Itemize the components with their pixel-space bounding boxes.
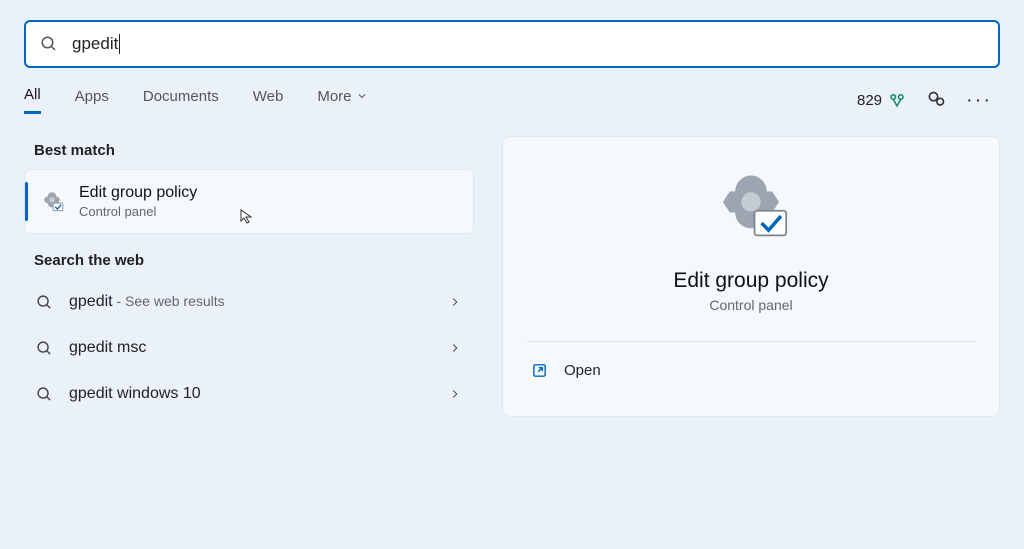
cursor-icon bbox=[239, 208, 255, 224]
preview-panel: Edit group policy Control panel Open bbox=[502, 136, 1000, 417]
filter-apps[interactable]: Apps bbox=[75, 88, 109, 113]
best-match-title: Edit group policy bbox=[79, 184, 197, 202]
best-match-result[interactable]: Edit group policy Control panel bbox=[24, 169, 474, 234]
search-icon bbox=[36, 340, 53, 357]
web-result-0[interactable]: gpedit - See web results bbox=[24, 279, 474, 325]
search-icon bbox=[36, 386, 53, 403]
text-caret bbox=[119, 34, 120, 54]
web-result-label: gpedit - See web results bbox=[69, 293, 432, 311]
open-action[interactable]: Open bbox=[527, 350, 975, 391]
divider bbox=[527, 341, 975, 342]
web-result-1[interactable]: gpedit msc bbox=[24, 325, 474, 371]
filter-bar: All Apps Documents Web More 829 ··· bbox=[24, 86, 1000, 114]
search-icon bbox=[36, 294, 53, 311]
rewards-count: 829 bbox=[857, 92, 882, 109]
chevron-right-icon bbox=[448, 387, 462, 401]
results-column: Best match Edit group policy Control pan… bbox=[24, 136, 474, 417]
more-options-button[interactable]: ··· bbox=[966, 90, 992, 110]
group-policy-icon bbox=[39, 189, 65, 215]
preview-subtitle: Control panel bbox=[527, 297, 975, 313]
search-web-header: Search the web bbox=[34, 252, 474, 269]
preview-title: Edit group policy bbox=[527, 269, 975, 293]
search-box[interactable]: gpedit bbox=[24, 20, 1000, 68]
filter-more[interactable]: More bbox=[317, 88, 367, 113]
web-result-2[interactable]: gpedit windows 10 bbox=[24, 371, 474, 417]
web-result-label: gpedit windows 10 bbox=[69, 385, 432, 403]
filter-documents[interactable]: Documents bbox=[143, 88, 219, 113]
filter-all[interactable]: All bbox=[24, 86, 41, 114]
rewards-icon bbox=[888, 91, 906, 109]
filter-web[interactable]: Web bbox=[253, 88, 284, 113]
open-icon bbox=[531, 362, 548, 379]
group-policy-icon bbox=[707, 165, 795, 253]
rewards-button[interactable]: 829 bbox=[857, 91, 906, 109]
chevron-right-icon bbox=[448, 295, 462, 309]
chat-icon[interactable] bbox=[926, 90, 946, 110]
chevron-right-icon bbox=[448, 341, 462, 355]
content: Best match Edit group policy Control pan… bbox=[24, 136, 1000, 417]
best-match-header: Best match bbox=[34, 142, 474, 159]
web-result-label: gpedit msc bbox=[69, 339, 432, 357]
search-query: gpedit bbox=[72, 34, 118, 54]
header-actions: 829 ··· bbox=[857, 90, 992, 110]
best-match-text: Edit group policy Control panel bbox=[79, 184, 197, 219]
best-match-subtitle: Control panel bbox=[79, 204, 197, 219]
open-label: Open bbox=[564, 362, 601, 379]
chevron-down-icon bbox=[356, 90, 368, 102]
search-icon bbox=[40, 35, 58, 53]
